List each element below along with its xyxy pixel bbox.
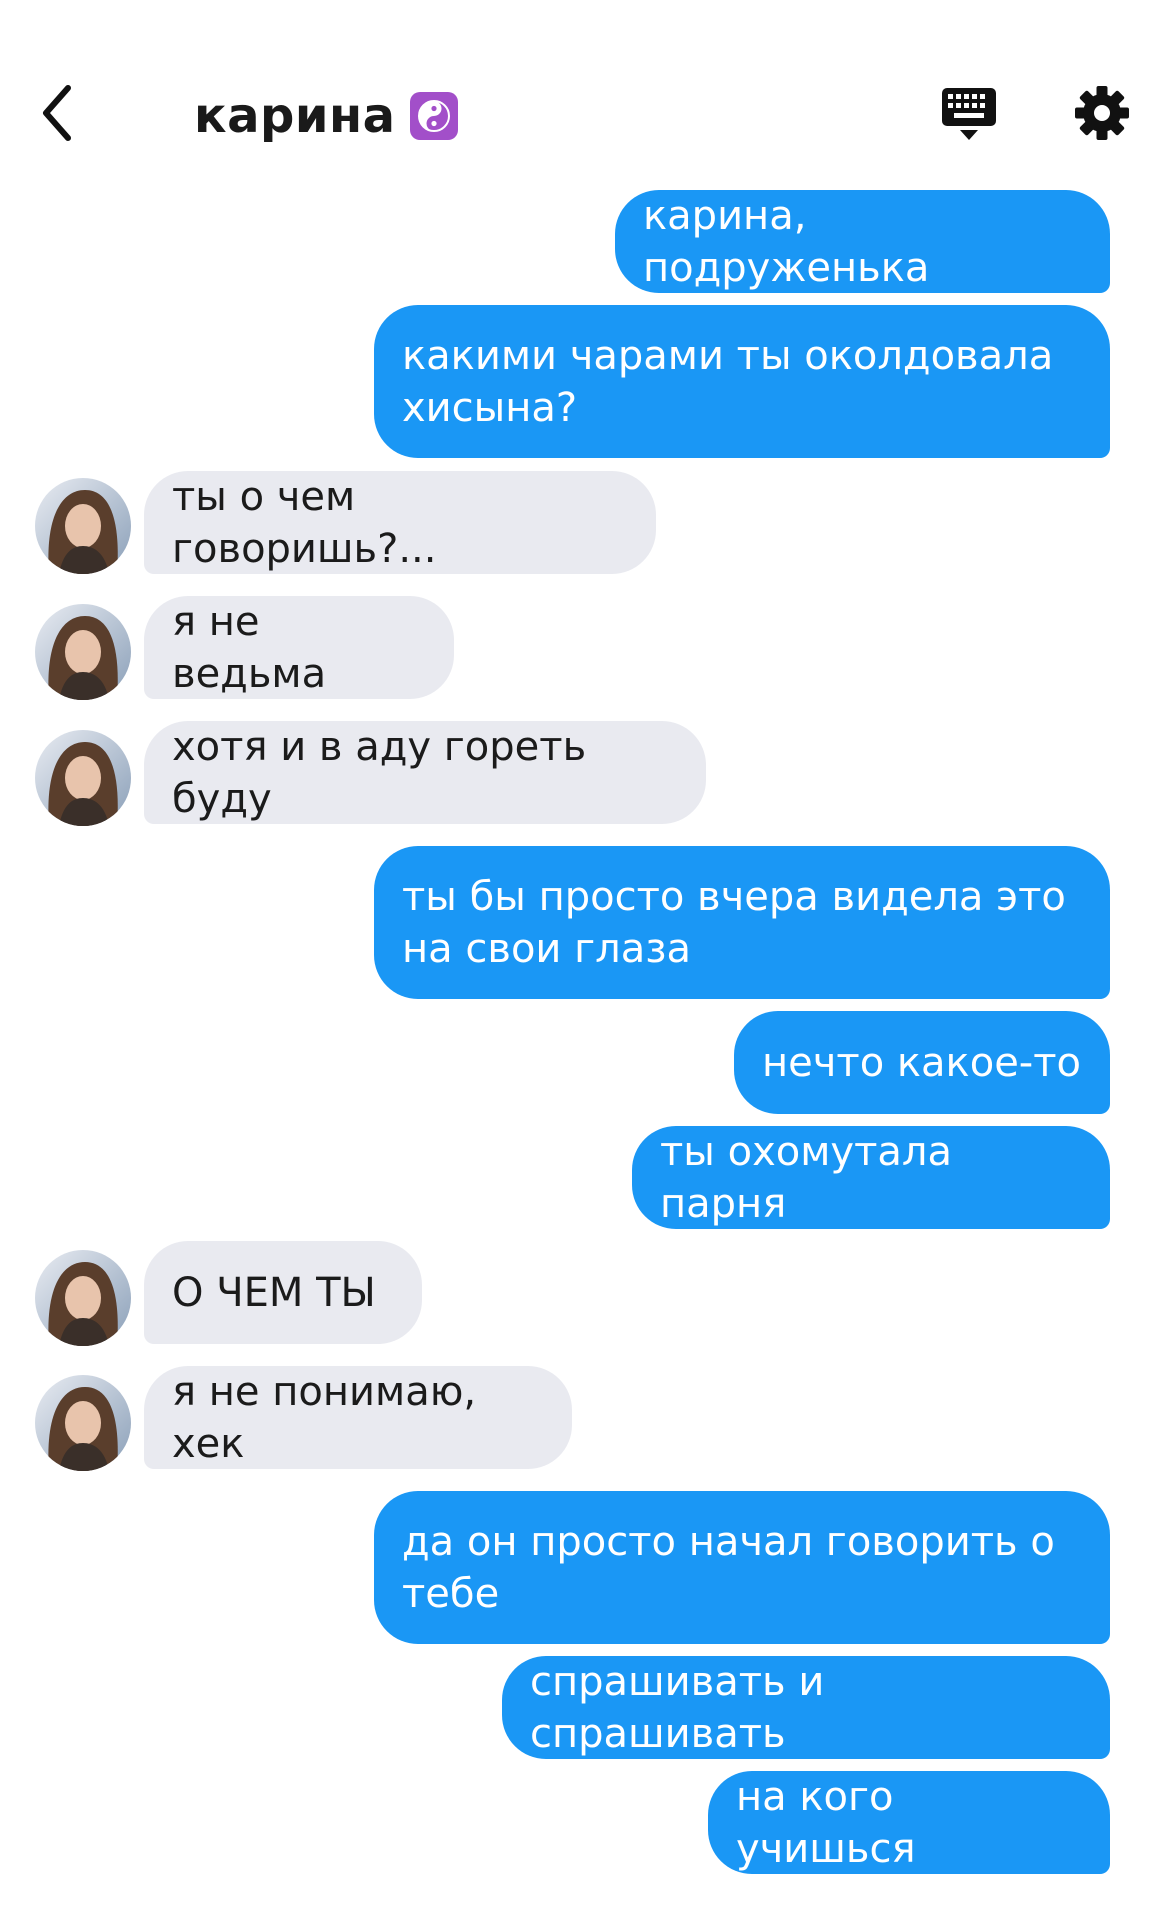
message-outgoing[interactable]: нечто какое-то (734, 1011, 1110, 1114)
chevron-left-icon (43, 85, 71, 141)
avatar[interactable] (35, 1250, 131, 1346)
message-outgoing[interactable]: ты бы просто вчера видела это на свои гл… (374, 846, 1110, 999)
message-incoming[interactable]: ты о чем говоришь?... (144, 471, 656, 574)
yin-yang-icon (409, 92, 458, 140)
chat-header: карина (0, 0, 1168, 170)
settings-button[interactable] (1073, 84, 1131, 142)
avatar[interactable] (35, 478, 131, 574)
chat-title-area[interactable]: карина (194, 84, 458, 148)
message-outgoing[interactable]: карина, подруженька (615, 190, 1110, 293)
message-outgoing[interactable]: спрашивать и спрашивать (502, 1656, 1110, 1759)
message-outgoing[interactable]: ты охомутала парня (632, 1126, 1110, 1229)
gear-icon (1075, 86, 1129, 140)
message-incoming[interactable]: я не ведьма (144, 596, 454, 699)
message-incoming[interactable]: О ЧЕМ ТЫ (144, 1241, 422, 1344)
message-outgoing[interactable]: да он просто начал говорить о тебе (374, 1491, 1110, 1644)
message-outgoing[interactable]: какими чарами ты околдовала хисына? (374, 305, 1110, 458)
avatar[interactable] (35, 604, 131, 700)
keyboard-icon (942, 88, 996, 140)
avatar[interactable] (35, 730, 131, 826)
message-outgoing[interactable]: на кого учишься (708, 1771, 1110, 1874)
message-incoming[interactable]: я не понимаю, хек (144, 1366, 572, 1469)
chat-title: карина (194, 88, 396, 144)
keyboard-button[interactable] (940, 84, 998, 142)
back-button[interactable] (36, 78, 86, 148)
message-incoming[interactable]: хотя и в аду гореть буду (144, 721, 706, 824)
avatar[interactable] (35, 1375, 131, 1471)
